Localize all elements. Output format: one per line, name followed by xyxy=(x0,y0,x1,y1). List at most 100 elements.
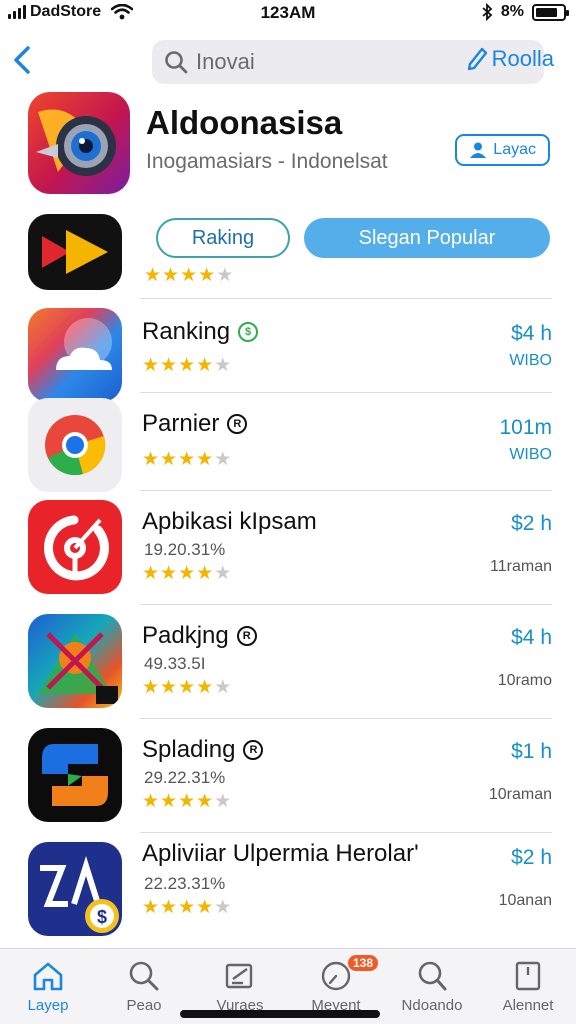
tab-item[interactable]: Alennet xyxy=(480,949,576,1024)
featured-app-title: Aldoonasisa xyxy=(146,104,343,141)
navigation-bar: Inovai Roolla xyxy=(0,38,576,86)
chrome-app-icon[interactable] xyxy=(28,398,122,492)
tab-label: Peao xyxy=(126,997,162,1014)
star-icon: ★ xyxy=(160,449,178,470)
app-meta: 29.22.31% xyxy=(144,768,226,787)
app-name: Parnier R xyxy=(142,410,248,438)
s-app-icon[interactable] xyxy=(28,728,122,822)
star-icon: ★ xyxy=(196,449,214,470)
home-indicator[interactable] xyxy=(180,1010,380,1018)
star-icon: ★ xyxy=(214,563,232,584)
status-bar: DadStore 123AM 8% xyxy=(0,0,576,26)
star-icon: ★ xyxy=(144,265,162,286)
star-icon: ★ xyxy=(142,791,160,812)
star-icon: ★ xyxy=(142,897,160,918)
battery-icon xyxy=(532,3,569,21)
app-price[interactable]: 101m xyxy=(499,416,552,440)
star-icon: ★ xyxy=(142,677,160,698)
target-app-icon[interactable] xyxy=(28,500,122,594)
back-chevron-icon[interactable] xyxy=(10,42,34,78)
app-meta: 19.20.31% xyxy=(144,540,226,559)
home-icon xyxy=(33,962,63,991)
s-logo-icon xyxy=(42,744,108,806)
star-icon: ★ xyxy=(142,449,160,470)
star-icon: ★ xyxy=(214,449,232,470)
app-name: Ranking $ xyxy=(142,318,259,346)
star-icon: ★ xyxy=(196,897,214,918)
app-meta: 49.33.5I xyxy=(144,654,206,673)
reload-button[interactable]: Roolla xyxy=(466,46,554,72)
app-price[interactable]: $4 h xyxy=(511,626,552,650)
popular-filter-button[interactable]: Slegan Popular xyxy=(304,218,550,258)
app-price[interactable]: $2 h xyxy=(511,512,552,536)
tab-item[interactable]: Peao xyxy=(96,949,192,1024)
bluetooth-icon xyxy=(482,3,493,21)
person-icon xyxy=(470,142,487,158)
badge-icon: R xyxy=(227,414,248,434)
app-name: Splading R xyxy=(142,736,264,764)
rating-stars: ★ ★ ★ ★ ★ xyxy=(142,792,231,811)
star-icon: ★ xyxy=(214,897,232,918)
notification-badge: 138 xyxy=(348,955,379,971)
game-icon xyxy=(38,632,118,704)
app-name: Apbikasi kIpsam xyxy=(142,508,317,535)
star-icon: ★ xyxy=(216,265,234,286)
app-price[interactable]: $1 h xyxy=(511,740,552,764)
bookmark-icon xyxy=(515,961,541,991)
rating-stars: ★ ★ ★ ★ ★ xyxy=(144,266,233,285)
app-size: WIBO xyxy=(509,446,552,463)
browser-icon xyxy=(45,415,106,476)
ranking-filter-button[interactable]: Raking xyxy=(156,218,290,258)
tab-item[interactable]: Layep xyxy=(0,949,96,1024)
app-size: 10raman xyxy=(488,786,552,803)
game-app-icon[interactable] xyxy=(28,614,122,708)
featured-app-header: Aldoonasisa Inogamasiars - Indonelsat La… xyxy=(0,90,576,200)
cloud-icon xyxy=(56,318,112,370)
star-icon: ★ xyxy=(214,791,232,812)
finance-app-icon[interactable]: $ xyxy=(28,842,122,936)
rating-stars: ★ ★ ★ ★ ★ xyxy=(142,898,231,917)
star-icon: ★ xyxy=(142,355,160,376)
divider xyxy=(140,392,552,393)
app-price[interactable]: $2 h xyxy=(511,846,552,870)
star-icon: ★ xyxy=(160,355,178,376)
weather-app-icon[interactable] xyxy=(28,308,122,402)
star-icon: ★ xyxy=(196,677,214,698)
star-icon: ★ xyxy=(178,791,196,812)
svg-text:$: $ xyxy=(97,907,107,927)
divider xyxy=(140,298,552,299)
star-icon: ★ xyxy=(160,677,178,698)
verified-badge-icon: $ xyxy=(238,322,259,342)
app-price[interactable]: $4 h xyxy=(511,322,552,346)
star-icon: ★ xyxy=(160,563,178,584)
star-icon: ★ xyxy=(196,563,214,584)
edit-icon xyxy=(225,963,253,989)
app-size: 11raman xyxy=(490,558,552,575)
search-icon xyxy=(129,961,159,991)
rating-stars: ★ ★ ★ ★ ★ xyxy=(142,356,231,375)
star-icon: ★ xyxy=(214,355,232,376)
star-icon: ★ xyxy=(178,563,196,584)
app-icon-play[interactable] xyxy=(28,214,122,290)
app-name: Padkjng R xyxy=(142,622,257,650)
app-name: Apliviiar Ulpermia Herolar' xyxy=(142,840,419,867)
dollar-coin-icon: $ xyxy=(40,856,119,933)
app-size: WIBO xyxy=(509,352,552,369)
star-icon: ★ xyxy=(180,265,198,286)
camera-lens-icon xyxy=(36,109,116,176)
divider xyxy=(140,490,552,491)
star-icon: ★ xyxy=(178,449,196,470)
search-placeholder: Inovai xyxy=(196,49,255,74)
tab-item[interactable]: Ndoando xyxy=(384,949,480,1024)
featured-app-icon[interactable] xyxy=(28,92,130,194)
featured-app-subtitle: Inogamasiars - Indonelsat xyxy=(146,150,388,173)
star-icon: ★ xyxy=(198,265,216,286)
tab-label: Layep xyxy=(27,997,69,1014)
divider xyxy=(140,604,552,605)
rating-stars: ★ ★ ★ ★ ★ xyxy=(142,450,231,469)
app-meta: 22.23.31% xyxy=(144,874,226,893)
layac-label: Layac xyxy=(493,141,536,158)
star-icon: ★ xyxy=(196,355,214,376)
layac-button[interactable]: Layac xyxy=(455,134,550,166)
edit-icon xyxy=(467,47,487,71)
